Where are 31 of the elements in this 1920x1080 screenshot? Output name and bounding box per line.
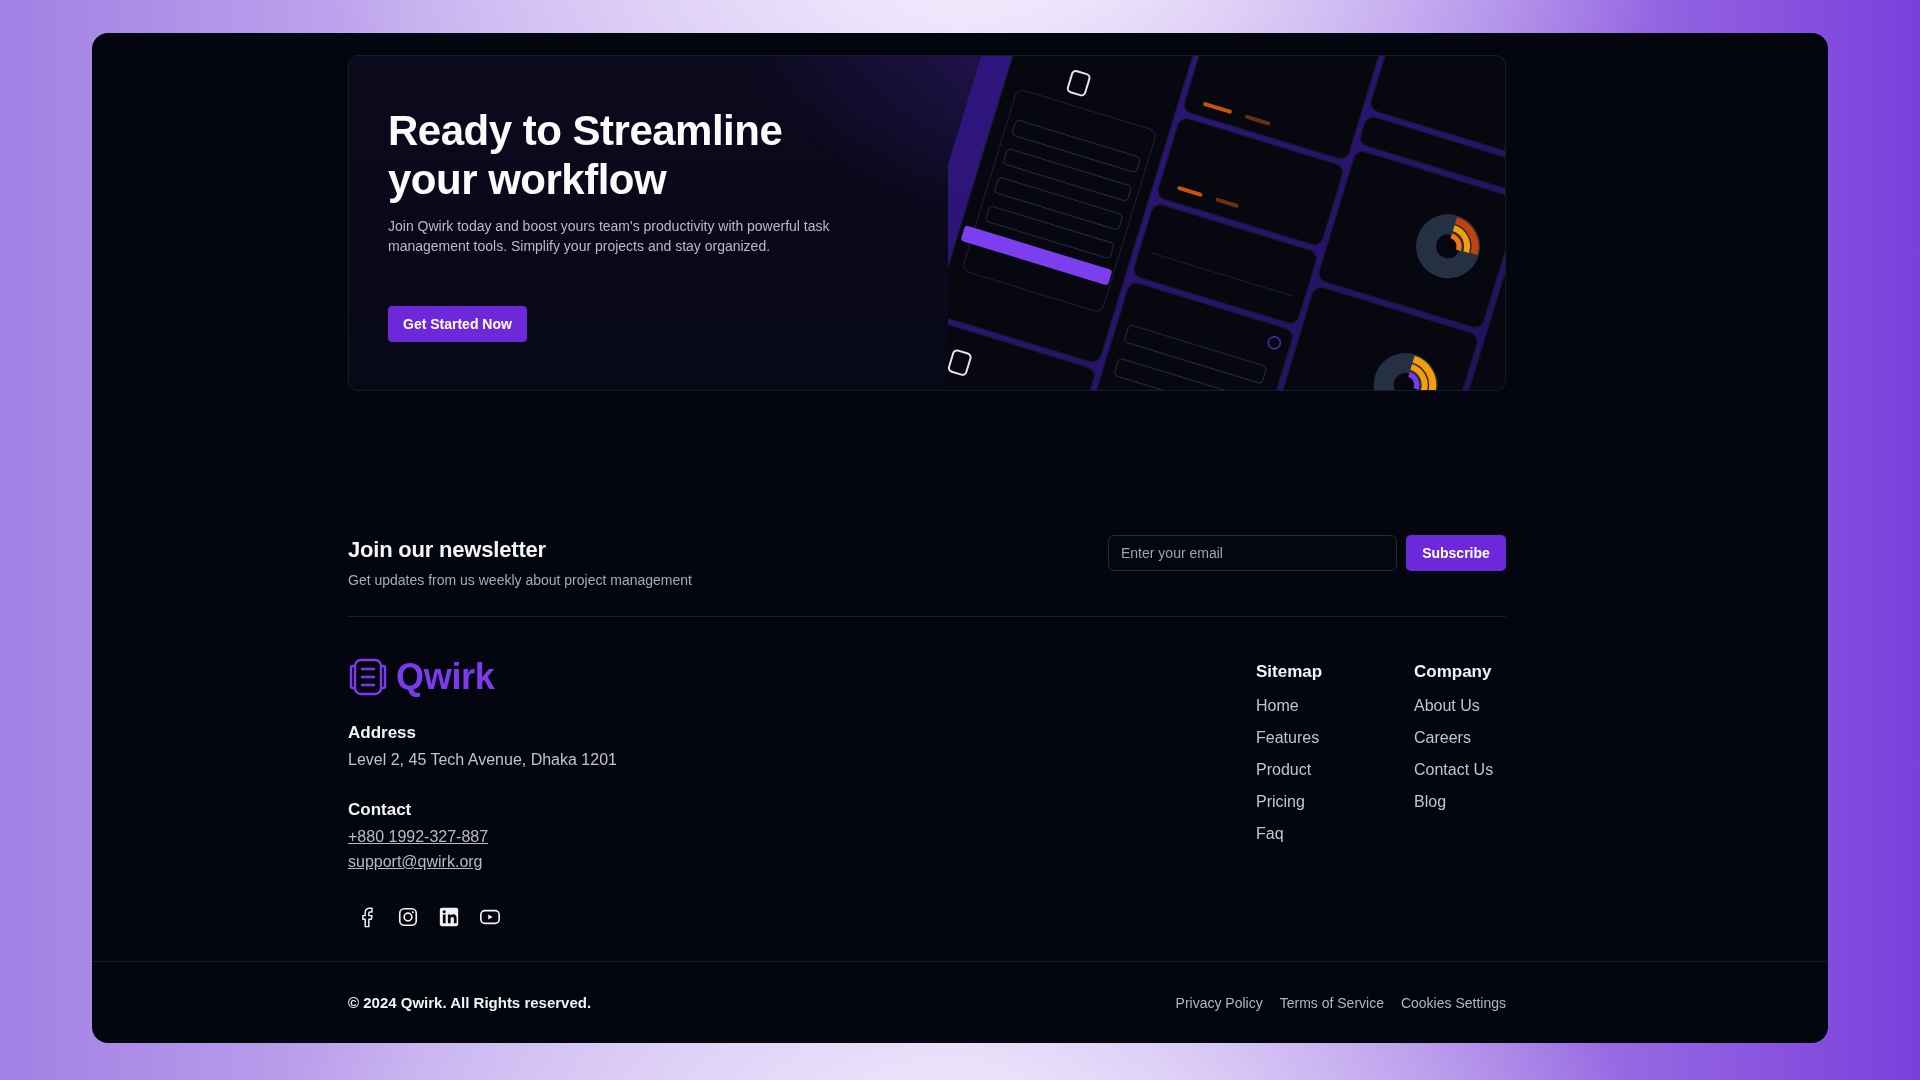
linkedin-icon[interactable] [438, 906, 460, 928]
footer-link[interactable]: Pricing [1256, 790, 1305, 814]
column-heading: Company [1414, 661, 1492, 683]
address-label: Address [348, 722, 417, 744]
footer-link[interactable]: Contact Us [1414, 758, 1494, 782]
column-heading: Sitemap [1256, 661, 1323, 683]
banner-heading: Ready to Streamline your workflow [388, 106, 784, 204]
newsletter-heading: Join our newsletter [348, 536, 547, 564]
footer-link[interactable]: Features [1256, 726, 1320, 750]
footer-link[interactable]: Careers [1414, 726, 1471, 750]
subscribe-button[interactable]: Subscribe [1406, 535, 1506, 571]
footer-link[interactable]: Home [1256, 694, 1299, 718]
get-started-button[interactable]: Get Started Now [388, 306, 527, 342]
copyright-text: © 2024 Qwirk. All Rights reserved. [348, 994, 592, 1011]
email-input[interactable]: Enter your email [1108, 535, 1397, 571]
logo-icon [348, 657, 388, 697]
legal-link[interactable]: Cookies Settings [1400, 994, 1506, 1011]
address-text: Level 2, 45 Tech Avenue, Dhaka 1201 [348, 750, 617, 770]
instagram-icon[interactable] [397, 906, 419, 928]
email-link[interactable]: support@qwirk.org [348, 849, 483, 874]
footer-link[interactable]: Faq [1256, 822, 1284, 846]
legal-link[interactable]: Privacy Policy [1175, 994, 1263, 1011]
legal-link[interactable]: Terms of Service [1279, 994, 1384, 1011]
phone-link[interactable]: +880 1992-327-887 [348, 824, 489, 849]
contact-label: Contact [348, 799, 412, 821]
banner-description: Join Qwirk today and boost yours team's productivity with powerful task management tools. Simplify your projects and stay organized. [388, 217, 831, 256]
newsletter-subtitle: Get updates from us weekly about project management [348, 571, 692, 590]
footer-link[interactable]: About Us [1414, 694, 1480, 718]
footer-link[interactable]: Product [1256, 758, 1312, 782]
footer-link[interactable]: Blog [1414, 790, 1447, 814]
logo-link[interactable]: Qwirk [348, 657, 495, 697]
